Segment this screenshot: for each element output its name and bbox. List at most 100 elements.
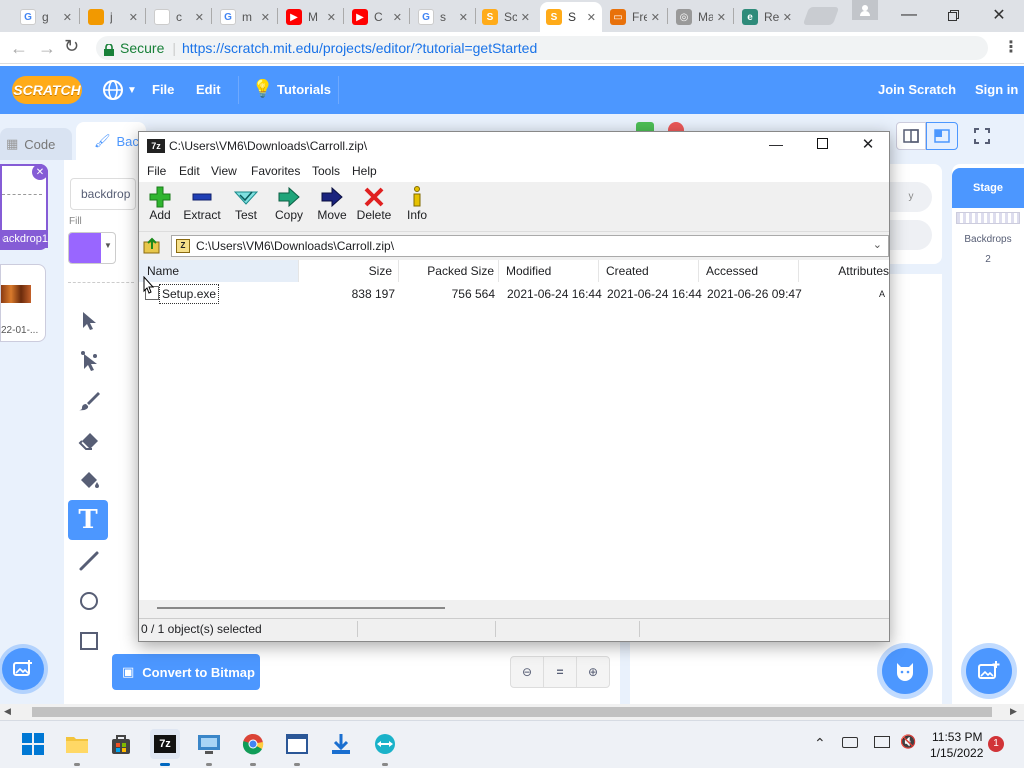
reload-icon[interactable]: ↻ bbox=[64, 36, 79, 57]
new-tab-button[interactable] bbox=[802, 7, 840, 25]
tutorials-menu[interactable]: Tutorials bbox=[277, 82, 331, 97]
scratch-logo[interactable]: SCRATCH bbox=[12, 76, 82, 104]
store-icon[interactable] bbox=[108, 731, 134, 757]
sevenzip-taskbar-icon[interactable]: 7z bbox=[150, 729, 180, 759]
column-header-modified[interactable]: Modified bbox=[499, 260, 599, 282]
folder-up-icon[interactable] bbox=[143, 237, 161, 255]
clock-date[interactable]: 1/15/2022 bbox=[930, 746, 983, 760]
add-button[interactable]: Add bbox=[139, 186, 181, 222]
tab-close-icon[interactable]: ✕ bbox=[59, 11, 72, 24]
forward-arrow-icon[interactable]: → bbox=[38, 38, 56, 59]
scroll-right-icon[interactable]: ▶ bbox=[1010, 706, 1017, 717]
teamviewer-icon[interactable] bbox=[372, 731, 398, 757]
scrollbar-thumb[interactable] bbox=[157, 607, 445, 609]
delete-button[interactable]: Delete bbox=[353, 186, 395, 222]
choose-backdrop-button[interactable] bbox=[2, 648, 44, 690]
sevenzip-maximize-button[interactable] bbox=[805, 138, 839, 158]
column-header-packed-size[interactable]: Packed Size bbox=[399, 260, 499, 282]
browser-restore-button[interactable] bbox=[930, 0, 976, 30]
browser-tab[interactable]: S S ✕ bbox=[540, 2, 602, 32]
select-tool-icon[interactable] bbox=[70, 302, 108, 340]
downloads-icon[interactable] bbox=[328, 731, 354, 757]
chrome-icon[interactable] bbox=[240, 731, 266, 757]
browser-tab[interactable]: j ✕ bbox=[82, 2, 144, 32]
tab-close-icon[interactable]: ✕ bbox=[125, 11, 138, 24]
scroll-left-icon[interactable]: ◀ bbox=[4, 706, 11, 717]
horizontal-scrollbar[interactable] bbox=[139, 600, 889, 616]
sevenzip-minimize-button[interactable]: — bbox=[759, 136, 793, 156]
tab-close-icon[interactable]: ✕ bbox=[647, 11, 660, 24]
column-header-accessed[interactable]: Accessed bbox=[699, 260, 799, 282]
info-button[interactable]: Info bbox=[396, 186, 438, 222]
browser-tab[interactable]: ◎ Majc✕ bbox=[670, 2, 732, 32]
browser-tab[interactable]: ▶ M ✕ bbox=[280, 2, 342, 32]
chrome-menu-icon[interactable]: ⋮ bbox=[1003, 37, 1019, 57]
join-scratch-link[interactable]: Join Scratch bbox=[878, 82, 956, 97]
clock-time[interactable]: 11:53 PM bbox=[932, 730, 982, 744]
convert-to-bitmap-button[interactable]: ▣ Convert to Bitmap bbox=[112, 654, 260, 690]
column-header-name[interactable]: Name bbox=[139, 260, 299, 282]
file-explorer-icon[interactable] bbox=[64, 731, 90, 757]
tab-close-icon[interactable]: ✕ bbox=[779, 11, 792, 24]
sevenzip-path-box[interactable]: Z C:\Users\VM6\Downloads\Carroll.zip\ ⌄ bbox=[171, 235, 889, 257]
browser-tab[interactable]: ▶ C ✕ bbox=[346, 2, 408, 32]
page-horizontal-scrollbar[interactable]: ◀ ▶ bbox=[0, 704, 1024, 720]
browser-close-button[interactable]: ✕ bbox=[976, 0, 1022, 30]
column-header-created[interactable]: Created bbox=[599, 260, 699, 282]
sevenzip-menu-favorites[interactable]: Favorites bbox=[251, 164, 300, 178]
browser-tab[interactable]: Gs ✕ bbox=[412, 2, 474, 32]
stage-thumbnail[interactable] bbox=[956, 212, 1020, 224]
sign-in-link[interactable]: Sign in bbox=[975, 82, 1018, 97]
browser-minimize-button[interactable]: — bbox=[886, 0, 932, 30]
remote-desktop-icon[interactable] bbox=[196, 731, 222, 757]
move-button[interactable]: Move bbox=[311, 186, 353, 222]
sevenzip-menu-help[interactable]: Help bbox=[352, 164, 377, 178]
reshape-tool-icon[interactable] bbox=[70, 342, 108, 380]
tab-costumes[interactable]: 🖌 Backdrops bbox=[76, 122, 178, 160]
sevenzip-menu-view[interactable]: View bbox=[211, 164, 237, 178]
address-bar[interactable]: Secure | https://scratch.mit.edu/project… bbox=[96, 36, 988, 60]
fill-bucket-tool-icon[interactable] bbox=[70, 462, 108, 500]
language-globe-icon[interactable]: ▼ bbox=[102, 79, 137, 101]
back-arrow-icon[interactable]: ← bbox=[10, 38, 28, 59]
backdrop-thumb-selected[interactable]: ✕ backdrop1 bbox=[0, 164, 48, 250]
tab-close-icon[interactable]: ✕ bbox=[191, 11, 204, 24]
copy-button[interactable]: Copy bbox=[268, 186, 310, 222]
window-app-icon[interactable] bbox=[284, 731, 310, 757]
profile-icon[interactable] bbox=[852, 0, 878, 20]
tab-close-icon[interactable]: ✕ bbox=[323, 11, 336, 24]
fill-color-picker[interactable]: ▼ bbox=[68, 232, 116, 264]
tab-close-icon[interactable]: ✕ bbox=[389, 11, 402, 24]
column-header-size[interactable]: Size bbox=[299, 260, 399, 282]
browser-tab[interactable]: ▭ Free✕ bbox=[604, 2, 666, 32]
backdrop-delete-icon[interactable]: ✕ bbox=[32, 164, 48, 180]
rectangle-tool-icon[interactable] bbox=[70, 622, 108, 660]
sevenzip-menu-edit[interactable]: Edit bbox=[179, 164, 200, 178]
tray-chevron-up-icon[interactable]: ⌃ bbox=[814, 735, 826, 752]
brush-tool-icon[interactable] bbox=[70, 382, 108, 420]
choose-stage-backdrop-button[interactable] bbox=[966, 648, 1012, 694]
stage-selector[interactable]: Stage bbox=[952, 168, 1024, 208]
keyboard-icon[interactable] bbox=[842, 737, 858, 748]
backdrop-name-field[interactable]: backdrop bbox=[70, 178, 136, 210]
volume-muted-icon[interactable]: 🔇 bbox=[900, 734, 916, 750]
stage-size-small-button[interactable] bbox=[896, 122, 926, 150]
choose-sprite-button[interactable] bbox=[882, 648, 928, 694]
stage-size-normal-button[interactable] bbox=[926, 122, 958, 150]
notification-badge[interactable]: 1 bbox=[988, 736, 1004, 752]
backdrop-thumb-2[interactable]: 22-01-... bbox=[0, 264, 46, 342]
tab-close-icon[interactable]: ✕ bbox=[517, 11, 530, 24]
tab-close-icon[interactable]: ✕ bbox=[583, 11, 596, 24]
column-header-attributes[interactable]: Attributes bbox=[799, 260, 889, 282]
sevenzip-menu-file[interactable]: File bbox=[147, 164, 166, 178]
chevron-down-icon[interactable]: ⌄ bbox=[873, 238, 882, 251]
scratch-file-menu[interactable]: File bbox=[152, 82, 174, 97]
test-button[interactable]: Test bbox=[225, 186, 267, 222]
tab-close-icon[interactable]: ✕ bbox=[713, 11, 726, 24]
browser-tab[interactable]: S Scrat✕ bbox=[476, 2, 536, 32]
browser-tab[interactable]: Gg ✕ bbox=[14, 2, 78, 32]
zoom-in-icon[interactable]: ⊕ bbox=[577, 657, 609, 687]
eraser-tool-icon[interactable] bbox=[70, 422, 108, 460]
browser-tab[interactable]: Gm ✕ bbox=[214, 2, 276, 32]
extract-button[interactable]: Extract bbox=[181, 186, 223, 222]
